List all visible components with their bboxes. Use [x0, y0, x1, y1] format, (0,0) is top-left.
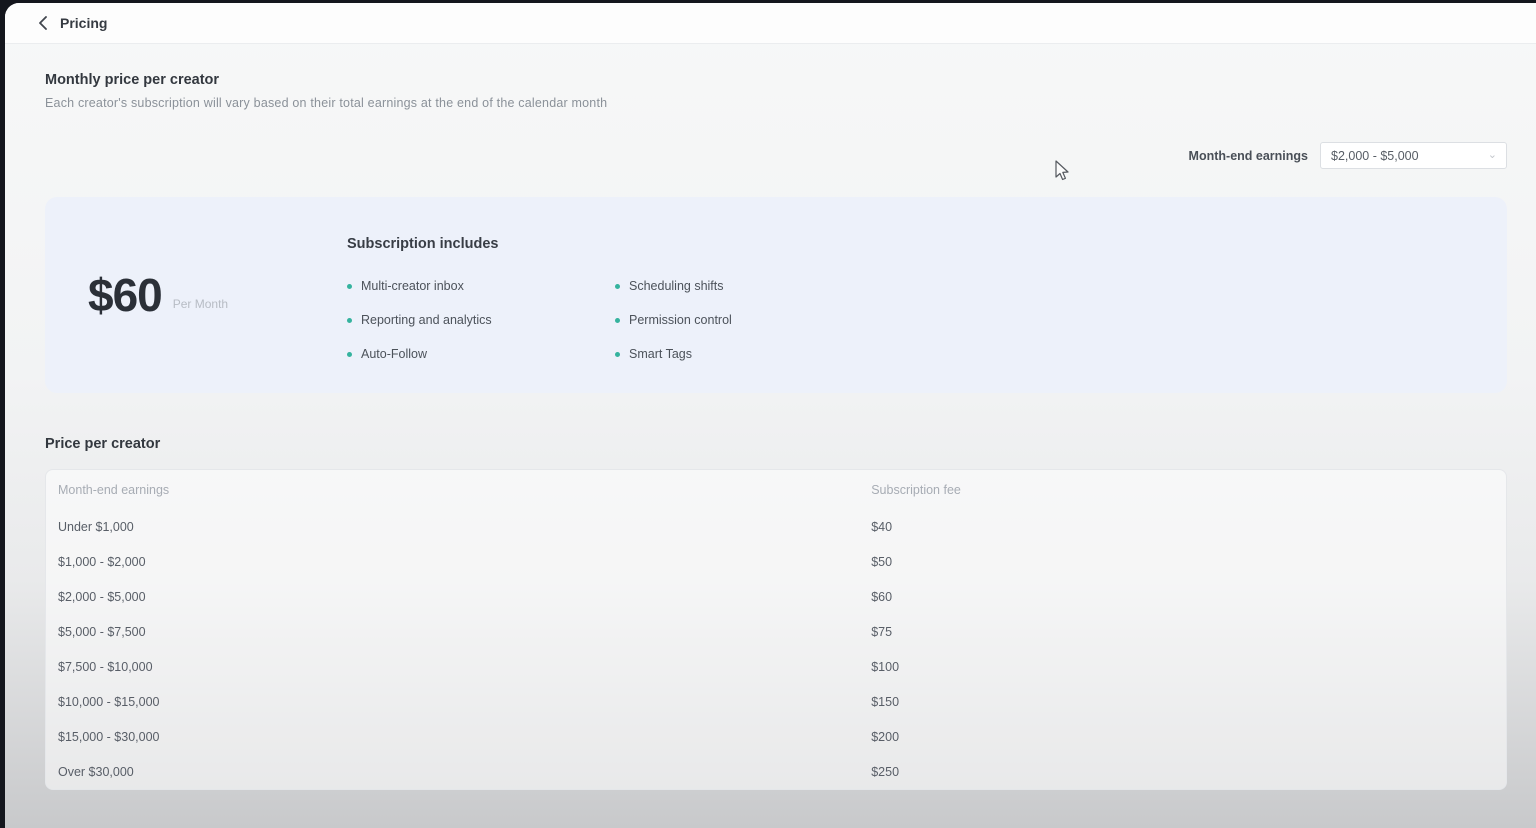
- main-content: Monthly price per creator Each creator's…: [5, 44, 1536, 790]
- bullet-dot-icon: [615, 318, 620, 323]
- cell-earnings: $10,000 - $15,000: [46, 695, 859, 709]
- table-row: Under $1,000$40: [46, 509, 1506, 544]
- top-bar: Pricing: [5, 3, 1536, 44]
- table-row: $5,000 - $7,500$75: [46, 614, 1506, 649]
- back-button[interactable]: [31, 12, 53, 34]
- earnings-select[interactable]: $2,000 - $5,000 ⌄: [1320, 142, 1507, 169]
- feature-item: Multi-creator inbox: [347, 278, 615, 294]
- feature-item: Reporting and analytics: [347, 312, 615, 328]
- filter-row: Month-end earnings $2,000 - $5,000 ⌄: [45, 142, 1507, 169]
- bullet-dot-icon: [347, 352, 352, 357]
- chevron-left-icon: [38, 16, 47, 30]
- feature-label: Permission control: [629, 313, 732, 327]
- price-period-label: Per Month: [173, 297, 228, 311]
- price-block: $60 Per Month: [45, 197, 347, 393]
- cell-fee: $250: [859, 765, 1506, 779]
- cell-earnings: $7,500 - $10,000: [46, 660, 859, 674]
- cell-fee: $60: [859, 590, 1506, 604]
- section-title: Monthly price per creator: [45, 72, 1507, 88]
- cell-earnings: $5,000 - $7,500: [46, 625, 859, 639]
- feature-label: Smart Tags: [629, 347, 692, 361]
- bullet-dot-icon: [615, 352, 620, 357]
- cell-earnings: $2,000 - $5,000: [46, 590, 859, 604]
- cell-fee: $100: [859, 660, 1506, 674]
- feature-item: Permission control: [615, 312, 883, 328]
- cell-earnings: $1,000 - $2,000: [46, 555, 859, 569]
- cell-fee: $40: [859, 520, 1506, 534]
- table-row: $1,000 - $2,000$50: [46, 544, 1506, 579]
- feature-label: Reporting and analytics: [361, 313, 492, 327]
- col-header-fee: Subscription fee: [859, 483, 1506, 497]
- cell-fee: $75: [859, 625, 1506, 639]
- feature-item: Scheduling shifts: [615, 278, 883, 294]
- features-col-1: Scheduling shifts Permission control Smart…: [615, 278, 883, 380]
- cell-fee: $150: [859, 695, 1506, 709]
- features-columns: Multi-creator inbox Reporting and analyti…: [347, 278, 883, 380]
- feature-item: Smart Tags: [615, 346, 883, 362]
- table-row: $2,000 - $5,000$60: [46, 579, 1506, 614]
- table-body: Under $1,000$40$1,000 - $2,000$50$2,000 …: [46, 509, 1506, 789]
- earnings-select-value: $2,000 - $5,000: [1331, 149, 1419, 163]
- feature-label: Multi-creator inbox: [361, 279, 464, 293]
- section-subtitle: Each creator's subscription will vary ba…: [45, 96, 1507, 110]
- table-row: $7,500 - $10,000$100: [46, 649, 1506, 684]
- app-window: Pricing Monthly price per creator Each c…: [5, 3, 1536, 828]
- price-table: Month-end earnings Subscription fee Unde…: [45, 469, 1507, 790]
- feature-item: Auto-Follow: [347, 346, 615, 362]
- price-amount: $60: [88, 268, 162, 322]
- earnings-filter-label: Month-end earnings: [1189, 149, 1308, 163]
- table-row: $15,000 - $30,000$200: [46, 719, 1506, 754]
- cell-earnings: $15,000 - $30,000: [46, 730, 859, 744]
- features-title: Subscription includes: [347, 236, 883, 252]
- price-table-title: Price per creator: [45, 436, 1507, 452]
- cell-fee: $50: [859, 555, 1506, 569]
- bullet-dot-icon: [347, 318, 352, 323]
- cell-earnings: Under $1,000: [46, 520, 859, 534]
- table-row: Over $30,000$250: [46, 754, 1506, 789]
- cell-earnings: Over $30,000: [46, 765, 859, 779]
- chevron-down-icon: ⌄: [1488, 150, 1497, 161]
- table-row: $10,000 - $15,000$150: [46, 684, 1506, 719]
- table-header-row: Month-end earnings Subscription fee: [46, 470, 1506, 509]
- bullet-dot-icon: [347, 284, 352, 289]
- cell-fee: $200: [859, 730, 1506, 744]
- col-header-earnings: Month-end earnings: [46, 483, 859, 497]
- bullet-dot-icon: [615, 284, 620, 289]
- subscription-plan-card: $60 Per Month Subscription includes Mult…: [45, 197, 1507, 393]
- page-breadcrumb-title: Pricing: [60, 15, 107, 31]
- features-block: Subscription includes Multi-creator inbo…: [347, 197, 883, 393]
- feature-label: Auto-Follow: [361, 347, 427, 361]
- features-col-0: Multi-creator inbox Reporting and analyti…: [347, 278, 615, 380]
- feature-label: Scheduling shifts: [629, 279, 724, 293]
